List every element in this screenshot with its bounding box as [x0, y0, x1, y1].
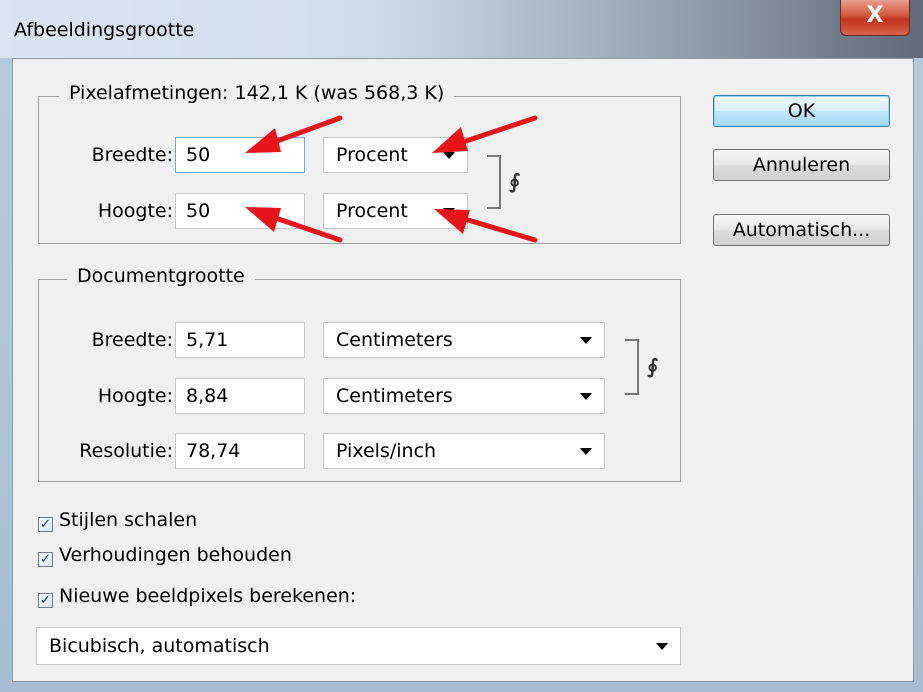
- checkbox-scale-styles[interactable]: ✓ Stijlen schalen: [38, 509, 197, 533]
- chevron-down-icon: [580, 337, 592, 344]
- doc-height-unit-select[interactable]: Centimeters: [323, 378, 605, 414]
- doc-link-bracket: [625, 339, 639, 395]
- chevron-down-icon: [656, 643, 668, 650]
- automatic-button[interactable]: Automatisch...: [713, 214, 890, 246]
- chevron-down-icon: [443, 152, 455, 159]
- pixel-height-unit-value: Procent: [336, 200, 408, 222]
- resample-image-label: Nieuwe beeldpixels berekenen:: [59, 585, 357, 607]
- pixel-width-unit-select[interactable]: Procent: [323, 137, 468, 173]
- resolution-unit-select[interactable]: Pixels/inch: [323, 433, 605, 469]
- resolution-unit-value: Pixels/inch: [336, 440, 437, 462]
- title-bar[interactable]: Afbeeldingsgrootte X: [0, 0, 923, 58]
- checkbox-checked-icon[interactable]: ✓: [38, 593, 53, 608]
- chain-link-icon[interactable]: ∮: [647, 354, 658, 378]
- checkbox-resample-image[interactable]: ✓ Nieuwe beeldpixels berekenen:: [38, 585, 356, 609]
- constrain-proportions-label: Verhoudingen behouden: [59, 544, 292, 566]
- resolution-label: Resolutie:: [79, 440, 173, 462]
- doc-width-input[interactable]: 5,71: [175, 322, 305, 358]
- pixel-dimensions-legend: Pixelafmetingen: 142,1 K (was 568,3 K): [59, 82, 455, 104]
- pixel-height-input[interactable]: 50: [175, 193, 305, 229]
- chevron-down-icon: [580, 393, 592, 400]
- doc-width-unit-value: Centimeters: [336, 329, 453, 351]
- ok-button[interactable]: OK: [713, 95, 890, 127]
- doc-height-unit-value: Centimeters: [336, 385, 453, 407]
- chain-link-icon[interactable]: ∮: [509, 169, 520, 193]
- close-icon: X: [866, 3, 884, 28]
- close-button[interactable]: X: [840, 0, 910, 36]
- pixel-link-bracket: [487, 155, 501, 209]
- resample-method-select[interactable]: Bicubisch, automatisch: [36, 627, 681, 665]
- pixel-height-unit-select[interactable]: Procent: [323, 193, 468, 229]
- doc-width-unit-select[interactable]: Centimeters: [323, 322, 605, 358]
- checkbox-checked-icon[interactable]: ✓: [38, 552, 53, 567]
- window-title: Afbeeldingsgrootte: [14, 19, 195, 41]
- pixel-height-label: Hoogte:: [97, 200, 173, 222]
- resolution-input[interactable]: 78,74: [175, 433, 305, 469]
- scale-styles-label: Stijlen schalen: [59, 509, 198, 531]
- cancel-button[interactable]: Annuleren: [713, 149, 890, 181]
- chevron-down-icon: [580, 448, 592, 455]
- pixel-width-input[interactable]: 50: [175, 137, 305, 173]
- checkbox-checked-icon[interactable]: ✓: [38, 517, 53, 532]
- checkbox-constrain-proportions[interactable]: ✓ Verhoudingen behouden: [38, 544, 292, 568]
- dialog-body: Pixelafmetingen: 142,1 K (was 568,3 K) B…: [12, 58, 914, 682]
- chevron-down-icon: [443, 208, 455, 215]
- document-size-legend: Documentgrootte: [67, 265, 255, 287]
- doc-width-label: Breedte:: [91, 329, 173, 351]
- doc-height-input[interactable]: 8,84: [175, 378, 305, 414]
- resample-method-value: Bicubisch, automatisch: [49, 635, 270, 657]
- doc-height-label: Hoogte:: [97, 385, 173, 407]
- pixel-width-label: Breedte:: [91, 144, 173, 166]
- pixel-width-unit-value: Procent: [336, 144, 408, 166]
- dialog-window: Afbeeldingsgrootte X Pixelafmetingen: 14…: [0, 0, 923, 692]
